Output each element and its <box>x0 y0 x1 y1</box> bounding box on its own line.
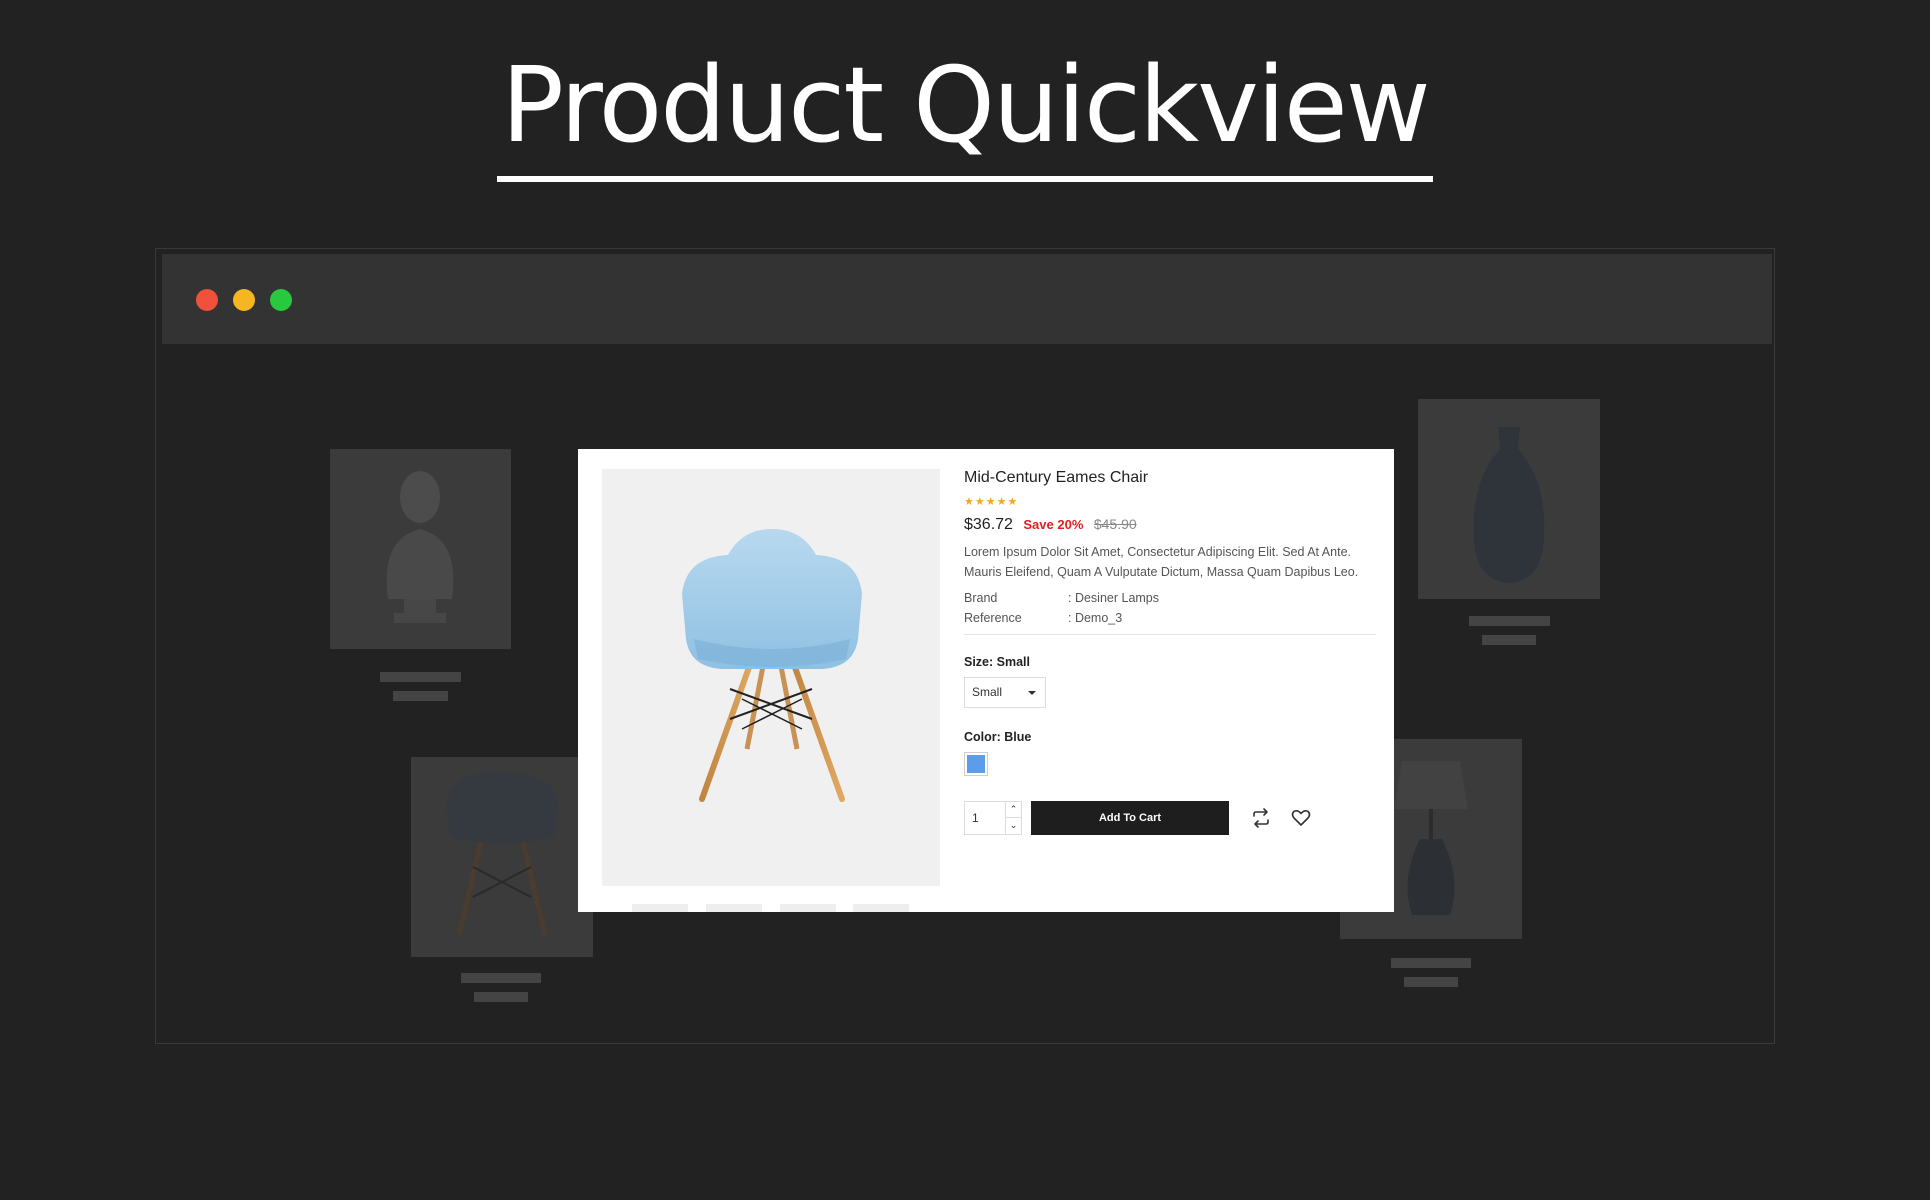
window-minimize-button[interactable] <box>233 289 255 311</box>
window-maximize-button[interactable] <box>270 289 292 311</box>
product-details: Brand : Desiner Lamps Reference : Demo_3 <box>964 588 1376 628</box>
bg-placeholder-line <box>1482 635 1536 645</box>
bg-placeholder-line <box>461 973 541 983</box>
old-price: $45.90 <box>1093 516 1137 532</box>
size-select[interactable]: Small <box>964 677 1046 708</box>
bg-placeholder-line <box>474 992 528 1002</box>
star-icon: ★ <box>985 496 996 508</box>
quantity-stepper[interactable]: 1 ⌃ ⌄ <box>964 801 1022 835</box>
add-to-cart-row: 1 ⌃ ⌄ Add To Cart <box>964 801 1376 835</box>
star-icon: ★ <box>1007 496 1018 508</box>
compare-icon[interactable] <box>1250 807 1272 829</box>
color-swatch-fill <box>967 755 985 773</box>
product-info: Mid-Century Eames Chair ★★★★★ $36.72 Sav… <box>964 466 1376 835</box>
product-title: Mid-Century Eames Chair <box>964 469 1149 486</box>
quickview-modal: Mid-Century Eames Chair ★★★★★ $36.72 Sav… <box>578 449 1394 912</box>
add-to-cart-button[interactable]: Add To Cart <box>1031 801 1229 835</box>
divider <box>964 634 1376 635</box>
bust-image <box>386 471 454 623</box>
quantity-increase-button[interactable]: ⌃ <box>1005 802 1021 818</box>
browser-toolbar <box>162 254 1772 344</box>
quantity-input[interactable]: 1 <box>972 802 979 834</box>
star-icon: ★ <box>974 496 985 508</box>
thumbnail[interactable] <box>853 904 909 912</box>
chair-image <box>682 529 862 802</box>
page-heading: Product Quickview <box>0 40 1930 182</box>
size-select-value: Small <box>972 685 1003 699</box>
size-label: Size: Small <box>964 655 1030 669</box>
bg-product-vase[interactable] <box>1418 399 1600 599</box>
bg-product-chair[interactable] <box>411 757 593 957</box>
thumbnail[interactable] <box>780 904 836 912</box>
quantity-decrease-button[interactable]: ⌄ <box>1005 818 1021 834</box>
thumbnail[interactable] <box>632 904 688 912</box>
star-icon: ★ <box>964 496 974 508</box>
chair-image <box>446 772 558 936</box>
color-swatch-blue[interactable] <box>964 752 988 776</box>
page-title: Product Quickview <box>497 40 1433 182</box>
discount-label: Save 20% <box>1023 517 1084 532</box>
product-description: Lorem Ipsum Dolor Sit Amet, Consectetur … <box>964 545 1359 579</box>
bg-placeholder-line <box>393 691 448 701</box>
bg-placeholder-line <box>1469 616 1550 626</box>
window-close-button[interactable] <box>196 289 218 311</box>
star-icon: ★ <box>996 496 1007 508</box>
thumbnail[interactable] <box>706 904 762 912</box>
detail-value: : Desiner Lamps <box>1068 591 1160 605</box>
color-label: Color: Blue <box>964 730 1032 744</box>
product-main-image[interactable] <box>602 469 940 886</box>
caret-down-icon <box>1028 691 1036 695</box>
detail-label: Reference <box>964 611 1022 625</box>
detail-row-brand: Brand : Desiner Lamps <box>964 588 1376 608</box>
bg-placeholder-line <box>1404 977 1458 987</box>
price-row: $36.72 Save 20% $45.90 <box>964 512 1376 536</box>
bg-product-bust[interactable] <box>330 449 511 649</box>
current-price: $36.72 <box>964 516 1013 533</box>
star-rating: ★★★★★ <box>964 492 1376 508</box>
bg-placeholder-line <box>380 672 461 682</box>
detail-label: Brand <box>964 591 998 605</box>
bg-placeholder-line <box>1391 958 1471 968</box>
detail-value: : Demo_3 <box>1068 611 1123 625</box>
detail-row-reference: Reference : Demo_3 <box>964 608 1376 628</box>
wishlist-icon[interactable] <box>1290 807 1312 829</box>
vase-image <box>1473 427 1545 583</box>
